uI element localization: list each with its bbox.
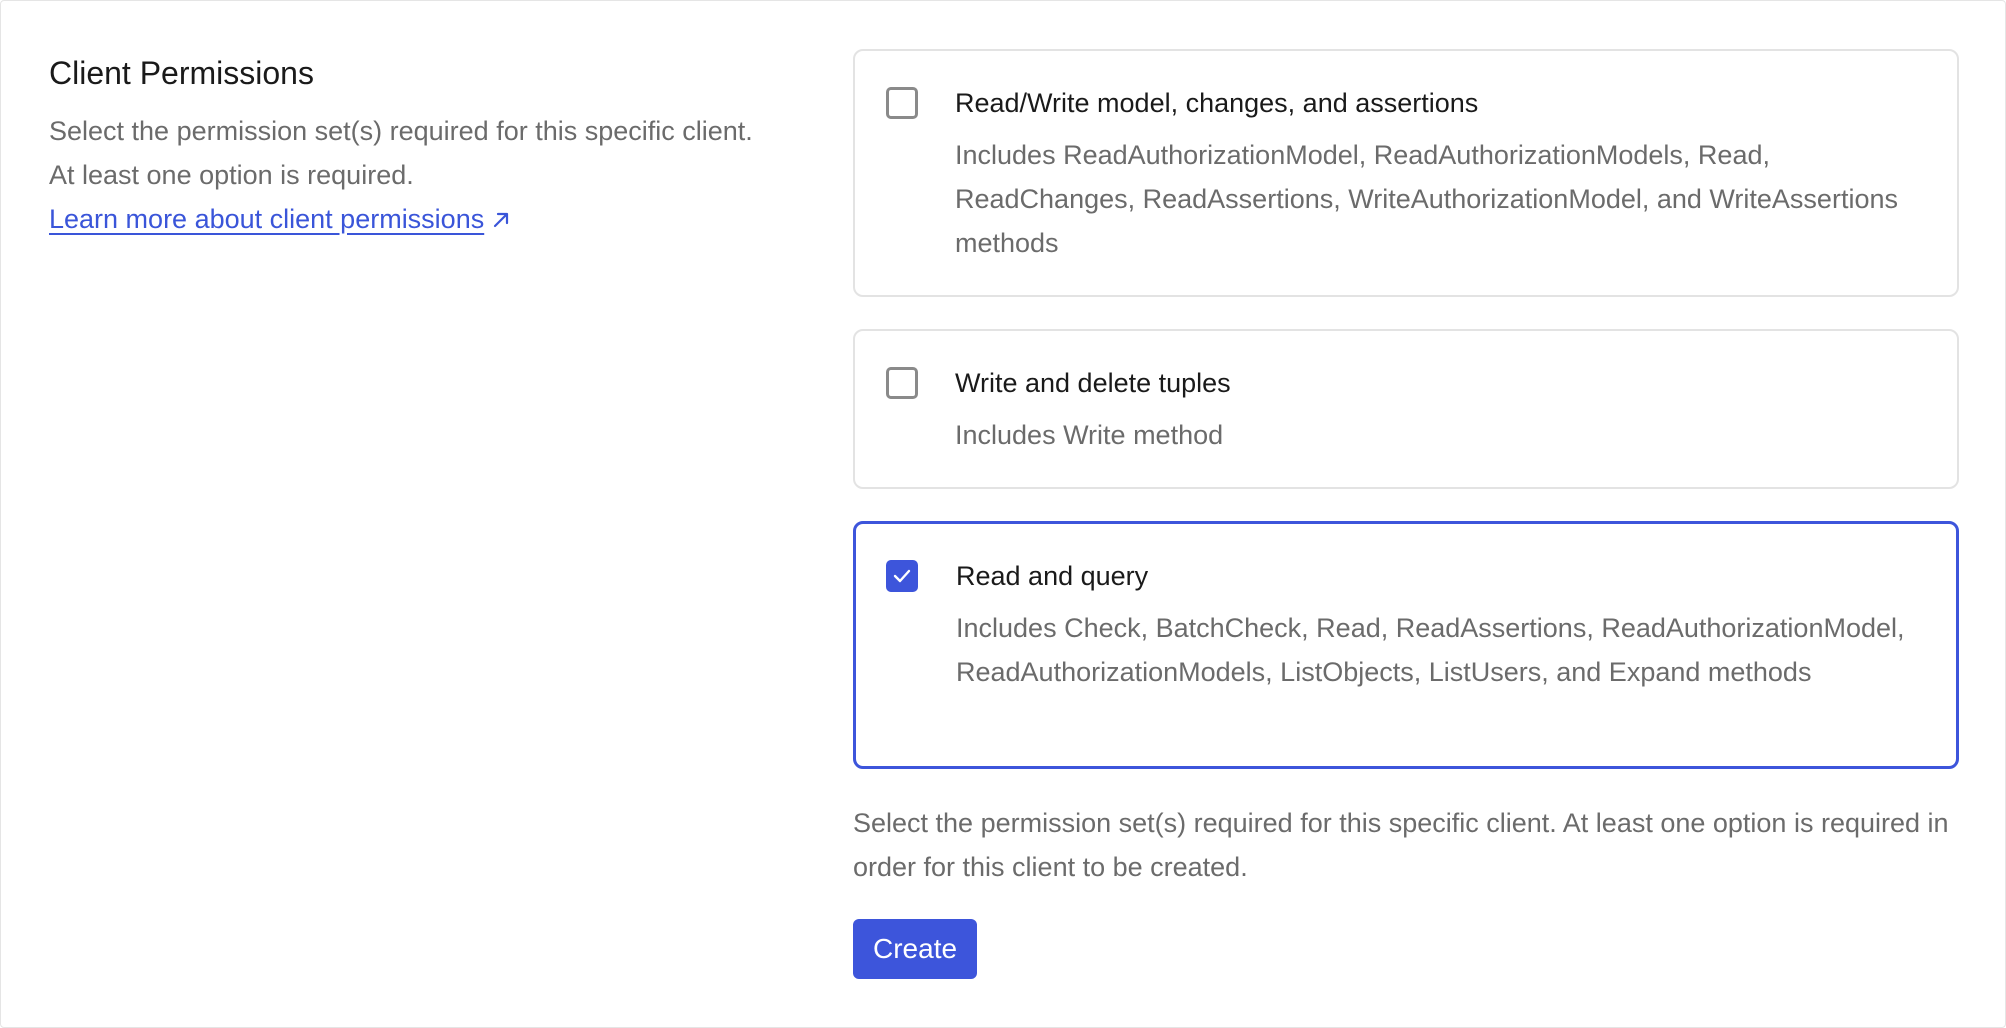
option-description: Includes Write method xyxy=(955,420,1224,450)
permission-option-write-delete-tuples[interactable]: Write and delete tuples Includes Write m… xyxy=(853,329,1959,489)
option-description: Includes Check, BatchCheck, Read, ReadAs… xyxy=(956,613,1905,687)
permission-option-read-and-query[interactable]: Read and query Includes Check, BatchChec… xyxy=(853,521,1959,769)
section-title: Client Permissions xyxy=(49,55,314,91)
permissions-intro: Client Permissions Select the permission… xyxy=(49,51,769,241)
permissions-panel: Client Permissions Select the permission… xyxy=(0,0,2006,1028)
external-link-icon xyxy=(490,200,512,228)
learn-more-label: Learn more about client permissions xyxy=(49,204,485,234)
check-icon xyxy=(893,569,911,583)
permission-options: Read/Write model, changes, and assertion… xyxy=(853,49,1959,979)
checkbox-read-and-query[interactable] xyxy=(886,560,918,592)
option-title: Read and query xyxy=(956,561,1149,591)
learn-more-link[interactable]: Learn more about client permissions xyxy=(49,197,512,241)
create-button[interactable]: Create xyxy=(853,919,978,979)
permission-option-read-write-model[interactable]: Read/Write model, changes, and assertion… xyxy=(853,49,1959,297)
option-title: Read/Write model, changes, and assertion… xyxy=(955,88,1479,118)
option-description: Includes ReadAuthorizationModel, ReadAut… xyxy=(955,140,1898,258)
helper-text: Select the permission set(s) required fo… xyxy=(853,808,1949,882)
option-title: Write and delete tuples xyxy=(955,368,1231,398)
checkbox-write-delete-tuples[interactable] xyxy=(886,367,918,399)
section-description: Select the permission set(s) required fo… xyxy=(49,116,753,190)
checkbox-read-write-model[interactable] xyxy=(886,87,918,119)
